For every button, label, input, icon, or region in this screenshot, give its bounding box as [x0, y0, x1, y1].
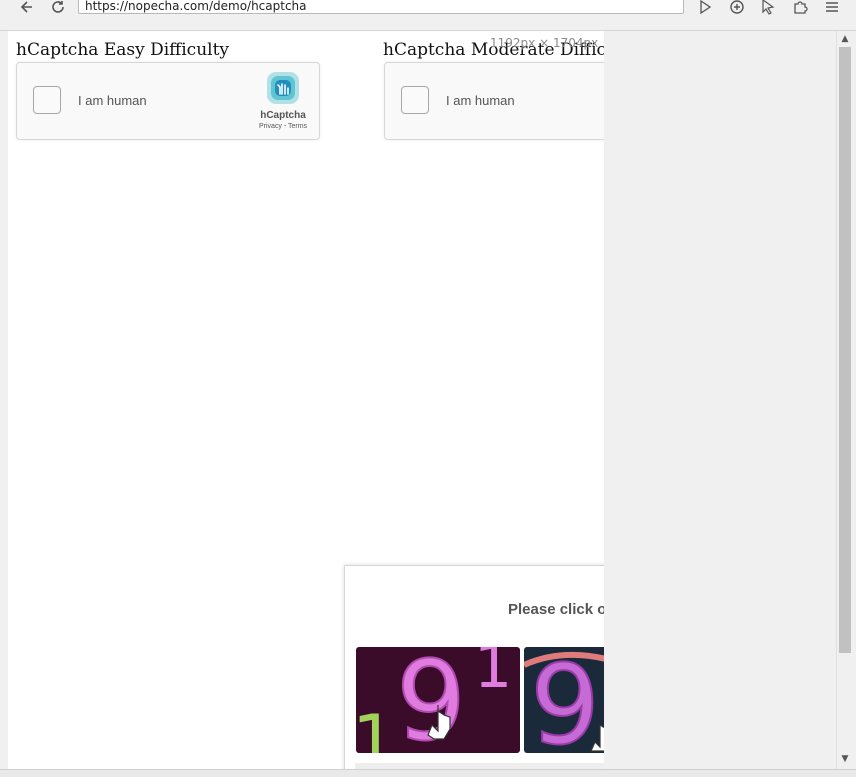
hcaptcha-challenge-popup: Please click o 9 1 1 9 — [344, 565, 604, 769]
svg-text:9: 9 — [530, 647, 600, 753]
human-checkbox[interactable] — [401, 86, 429, 114]
easy-section-title: hCaptcha Easy Difficulty — [16, 40, 230, 60]
add-circle-icon[interactable] — [726, 0, 748, 18]
scroll-down-arrow-icon[interactable]: ▼ — [839, 753, 851, 765]
side-panel — [604, 31, 836, 769]
dimensions-tag: 1192px × 1704px — [490, 36, 599, 50]
play-icon[interactable] — [694, 0, 716, 18]
svg-text:1: 1 — [474, 647, 512, 702]
hcaptcha-logo-text: hCaptcha — [260, 110, 306, 121]
challenge-image-tile[interactable]: 9 — [524, 647, 604, 753]
url-bar[interactable]: https://nopecha.com/demo/hcaptcha — [78, 0, 684, 14]
checkbox-label: I am human — [78, 93, 147, 108]
menu-icon[interactable] — [821, 0, 843, 18]
scroll-thumb[interactable] — [839, 47, 851, 653]
hcaptcha-widget-moderate: I am human — [384, 62, 604, 140]
page-viewport: 1192px × 1704px hCaptcha Easy Difficulty… — [8, 31, 604, 769]
puzzle-icon[interactable] — [789, 0, 811, 18]
privacy-terms-links[interactable]: Privacy - Terms — [253, 123, 313, 130]
human-checkbox[interactable] — [33, 86, 61, 114]
back-arrow-icon[interactable] — [16, 0, 38, 18]
reload-icon[interactable] — [47, 0, 69, 18]
checkbox-label: I am human — [446, 93, 515, 108]
vertical-scrollbar[interactable]: ▲ ▼ — [836, 31, 854, 769]
challenge-prompt: Please click o — [508, 601, 604, 618]
challenge-image-tile[interactable]: 9 1 1 — [356, 647, 520, 753]
scroll-up-arrow-icon[interactable]: ▲ — [839, 33, 851, 45]
hcaptcha-hand-icon — [267, 72, 299, 104]
hcaptcha-widget-easy: I am human hCaptcha Privacy - Terms — [16, 62, 320, 140]
hcaptcha-logo: hCaptcha Privacy - Terms — [253, 71, 313, 131]
svg-text:1: 1 — [356, 700, 397, 753]
cursor-icon[interactable] — [757, 0, 779, 18]
browser-toolbar: https://nopecha.com/demo/hcaptcha — [0, 0, 856, 31]
